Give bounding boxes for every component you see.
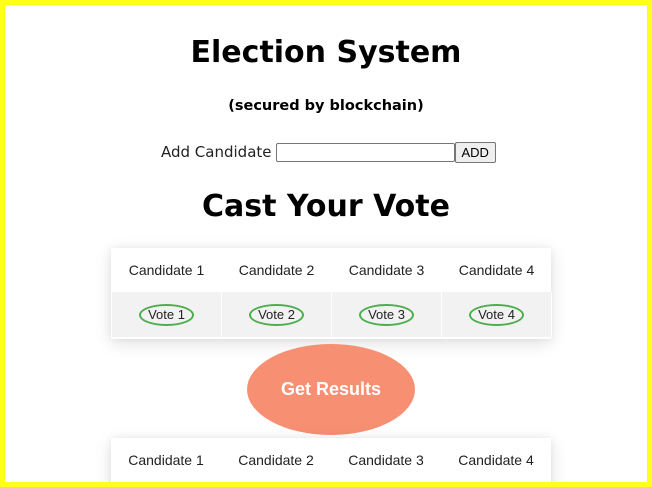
cast-vote-title: Cast Your Vote <box>202 189 450 224</box>
candidate-name: Candidate 1 <box>128 262 205 278</box>
vote-4-button[interactable]: Vote 4 <box>469 303 524 326</box>
add-candidate-button[interactable]: ADD <box>454 141 496 163</box>
vote-buttons-row: Vote 1 Vote 2 Vote 3 Vote 4 <box>111 292 552 337</box>
app-frame: Election System (secured by blockchain) … <box>0 0 652 487</box>
vote-cell: Vote 3 <box>331 292 442 337</box>
candidate-name: Candidate 4 <box>458 262 535 278</box>
vote-cell: Vote 4 <box>441 292 552 337</box>
vote-2-button[interactable]: Vote 2 <box>249 303 304 326</box>
add-candidate-label: Add Candidate <box>161 143 272 161</box>
result-candidate-name: Candidate 4 <box>458 452 534 468</box>
get-results-button[interactable]: Get Results <box>247 344 415 435</box>
results-header-row: Candidate 1 Candidate 2 Candidate 3 Cand… <box>111 438 551 482</box>
candidate-header-row: Candidate 1 Candidate 2 Candidate 3 Cand… <box>112 248 552 292</box>
candidate-name-input[interactable] <box>275 142 455 162</box>
vote-cell: Vote 1 <box>111 292 222 337</box>
results-table: Candidate 1 Candidate 2 Candidate 3 Cand… <box>111 438 551 482</box>
candidate-name: Candidate 2 <box>238 262 315 278</box>
result-candidate-name: Candidate 2 <box>238 452 314 468</box>
vote-table: Candidate 1 Candidate 2 Candidate 3 Cand… <box>111 248 552 339</box>
vote-cell: Vote 2 <box>221 292 332 337</box>
candidate-name: Candidate 3 <box>348 262 425 278</box>
page-subtitle: (secured by blockchain) <box>228 98 424 114</box>
result-candidate-name: Candidate 1 <box>128 452 204 468</box>
result-candidate-name: Candidate 3 <box>348 452 424 468</box>
vote-3-button[interactable]: Vote 3 <box>359 303 414 326</box>
vote-1-button[interactable]: Vote 1 <box>139 303 194 326</box>
page-title: Election System <box>190 35 462 70</box>
add-candidate-row: Add Candidate ADD <box>161 141 496 163</box>
